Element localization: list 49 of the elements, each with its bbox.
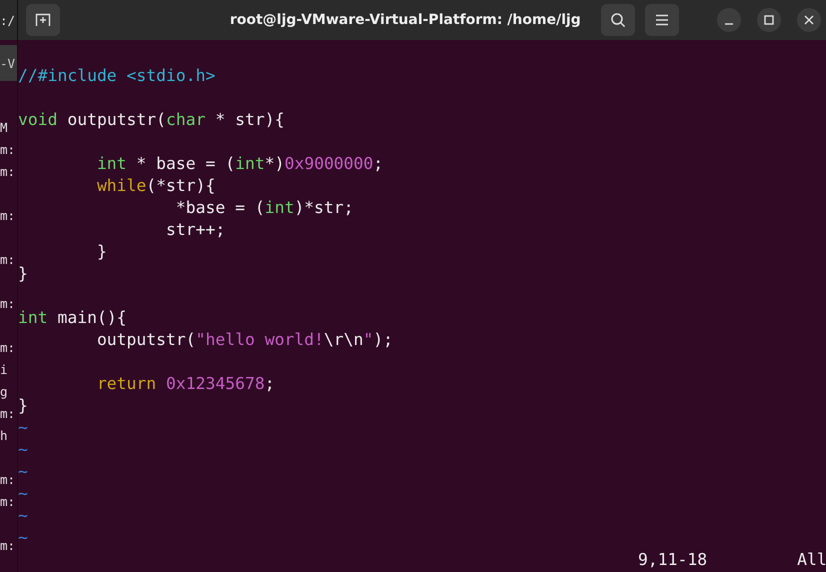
code-line: int * base = (int*)0x9000000; [96, 153, 384, 175]
maximize-icon [764, 15, 774, 25]
code-line: str++; [165, 219, 226, 241]
window-title: root@ljg-VMware-Virtual-Platform: /home/ljg [228, 12, 582, 28]
cursor-position: 9,11-18 [638, 549, 708, 571]
code-line: outputstr("hello world!\r\n"); [96, 329, 394, 351]
background-terminal-line: M [0, 119, 8, 137]
code-line: } [18, 395, 28, 417]
empty-line-marker: ~ [18, 483, 28, 505]
code-line: void outputstr(char * str){ [18, 109, 284, 131]
code-line: } [18, 263, 28, 285]
code-line: int main(){ [18, 307, 127, 329]
background-terminal-line: i [0, 361, 8, 379]
code-line: while(*str){ [96, 175, 216, 197]
background-terminal-line: m: [0, 339, 16, 357]
code-line: *base = (int)*str; [174, 197, 354, 219]
background-terminal-line: m: [0, 251, 16, 269]
minimize-icon [724, 22, 733, 24]
code-line: //#include <stdio.h> [18, 65, 216, 87]
empty-line-marker: ~ [18, 461, 28, 483]
new-tab-icon [35, 12, 51, 28]
background-terminal-line: h [0, 427, 8, 445]
empty-line-marker: ~ [18, 439, 28, 461]
menu-icon [654, 14, 669, 26]
background-terminal-line: m: [0, 163, 16, 181]
minimize-button[interactable] [716, 8, 741, 32]
background-terminal-line: g [0, 383, 8, 401]
empty-line-marker: ~ [18, 417, 28, 439]
background-window-title: :/ [0, 12, 16, 28]
background-terminal-line: m: [0, 141, 16, 159]
maximize-button[interactable] [756, 8, 781, 32]
close-icon [804, 15, 814, 25]
background-terminal-line: m: [0, 537, 16, 555]
background-window-tab-label: -V [0, 56, 16, 70]
empty-line-marker: ~ [18, 505, 28, 527]
menu-button[interactable] [644, 4, 679, 36]
close-button[interactable] [796, 8, 821, 32]
background-terminal-line: m: [0, 493, 16, 511]
search-button[interactable] [600, 4, 635, 36]
background-terminal-line: m: [0, 295, 16, 313]
new-tab-button[interactable] [26, 4, 60, 36]
background-terminal-line: m: [0, 471, 16, 489]
code-line: } [96, 241, 107, 263]
background-terminal-line: m: [0, 405, 16, 423]
scroll-position: All [797, 549, 826, 571]
background-terminal-line: m: [0, 207, 16, 225]
search-icon [610, 12, 626, 28]
empty-line-marker: ~ [18, 527, 28, 549]
code-line: return 0x12345678; [96, 373, 275, 395]
